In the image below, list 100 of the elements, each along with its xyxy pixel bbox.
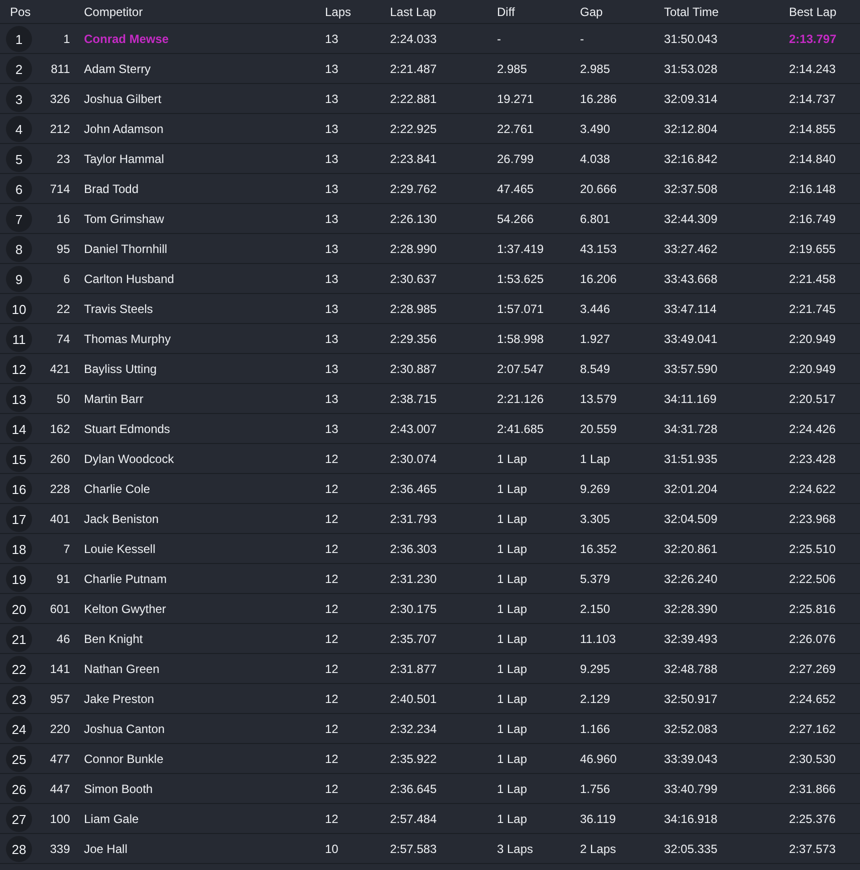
table-cell-text: 13 xyxy=(325,150,338,168)
position-badge: 28 xyxy=(6,836,32,862)
table-cell-text: 12 xyxy=(325,600,338,618)
table-cell-text: 3.305 xyxy=(580,510,610,528)
table-cell-text: 12 xyxy=(325,570,338,588)
table-cell-text: 2:24.622 xyxy=(789,480,836,498)
table-cell-text: 46.960 xyxy=(580,750,617,768)
table-cell-text: 13 xyxy=(325,120,338,138)
table-cell-text: 16.286 xyxy=(580,90,617,108)
table-cell-text: 2:24.652 xyxy=(789,690,836,708)
table-cell-text: 31:51.935 xyxy=(664,450,718,468)
table-cell-text: 2:26.076 xyxy=(789,630,836,648)
position-badge: 7 xyxy=(6,206,32,232)
table-cell-text: 6.801 xyxy=(580,210,610,228)
table-cell-text: 2:16.749 xyxy=(789,210,836,228)
competitor-name: Charlie Cole xyxy=(84,480,150,498)
table-cell-text: 43.153 xyxy=(580,240,617,258)
table-cell-text: 3.446 xyxy=(580,300,610,318)
table-cell-text: 8.549 xyxy=(580,360,610,378)
table-cell-text: 2:22.881 xyxy=(390,90,437,108)
table-cell-text: - xyxy=(580,30,584,48)
position-badge: 27 xyxy=(6,806,32,832)
table-cell-text: 2:25.376 xyxy=(789,810,836,828)
position-badge: 10 xyxy=(6,296,32,322)
table-cell-text: 2:29.356 xyxy=(390,330,437,348)
table-cell-text: 2:30.530 xyxy=(789,750,836,768)
position-badge: 23 xyxy=(6,686,32,712)
table-cell-text: 2:30.887 xyxy=(390,360,437,378)
table-cell-text: 19.271 xyxy=(497,90,534,108)
table-cell-text: 13 xyxy=(325,330,338,348)
table-cell-text: 2:07.547 xyxy=(497,360,544,378)
table-cell-text: 2:13.797 xyxy=(789,30,836,48)
competitor-name: Daniel Thornhill xyxy=(84,240,168,258)
table-cell-text: 13 xyxy=(325,270,338,288)
table-cell-text: 13 xyxy=(325,30,338,48)
table-cell-text: 3 Laps xyxy=(497,840,534,858)
competitor-name: Martin Barr xyxy=(84,390,144,408)
table-cell-text: 32:28.390 xyxy=(664,600,718,618)
table-cell-text: 339 xyxy=(50,840,70,858)
table-cell-text: 1 Lap xyxy=(497,450,528,468)
column-header: Total Time xyxy=(664,4,720,20)
table-cell-text: 50 xyxy=(56,390,70,408)
table-cell-text: 33:57.590 xyxy=(664,360,718,378)
position-badge: 20 xyxy=(6,596,32,622)
table-cell-text: 1.927 xyxy=(580,330,610,348)
table-cell-text: 2:35.922 xyxy=(390,750,437,768)
table-cell-text: 16 xyxy=(56,210,70,228)
table-cell-text: 22.761 xyxy=(497,120,534,138)
table-cell-text: 95 xyxy=(56,240,70,258)
table-cell-text: 12 xyxy=(325,780,338,798)
table-cell-text: 9.269 xyxy=(580,480,610,498)
table-cell-text: 1 Lap xyxy=(497,600,528,618)
table-cell-text: 2:25.816 xyxy=(789,600,836,618)
position-badge: 3 xyxy=(6,86,32,112)
table-cell-text: 1:58.998 xyxy=(497,330,544,348)
table-cell-text: 20.559 xyxy=(580,420,617,438)
table-cell-text: 12 xyxy=(325,540,338,558)
table-cell-text: 33:49.041 xyxy=(664,330,718,348)
table-cell-text: 2:20.517 xyxy=(789,390,836,408)
competitor-name: Nathan Green xyxy=(84,660,160,678)
table-cell-text: 22 xyxy=(56,300,70,318)
table-cell-text: 2:27.269 xyxy=(789,660,836,678)
table-cell-text: 2:29.762 xyxy=(390,180,437,198)
table-cell-text: 32:05.335 xyxy=(664,840,718,858)
competitor-name: Joshua Gilbert xyxy=(84,90,162,108)
competitor-name: Ben Knight xyxy=(84,630,143,648)
table-cell-text: 34:11.169 xyxy=(664,390,716,408)
table-cell-text: 5.379 xyxy=(580,570,610,588)
table-cell-text: 2:31.866 xyxy=(789,780,836,798)
table-cell-text: 1:57.071 xyxy=(497,300,544,318)
table-cell-text: 1 Lap xyxy=(497,750,528,768)
table-cell-text: 12 xyxy=(325,720,338,738)
table-cell-text: 2:40.501 xyxy=(390,690,437,708)
competitor-name: Stuart Edmonds xyxy=(84,420,170,438)
column-header: Last Lap xyxy=(390,4,438,20)
table-cell-text: 1 Lap xyxy=(497,540,528,558)
position-badge: 18 xyxy=(6,536,32,562)
position-badge: 21 xyxy=(6,626,32,652)
table-cell-text: 12 xyxy=(325,450,338,468)
table-cell-text: 2:20.949 xyxy=(789,360,836,378)
competitor-name: Kelton Gwyther xyxy=(84,600,166,618)
table-cell-text: 1.166 xyxy=(580,720,610,738)
table-cell-text: 2.985 xyxy=(497,60,528,78)
table-cell-text: 2:37.573 xyxy=(789,840,836,858)
position-badge: 6 xyxy=(6,176,32,202)
table-cell-text: 33:47.114 xyxy=(664,300,716,318)
competitor-name: Adam Sterry xyxy=(84,60,151,78)
competitor-name: Taylor Hammal xyxy=(84,150,164,168)
position-badge: 9 xyxy=(6,266,32,292)
position-badge: 12 xyxy=(6,356,32,382)
table-cell-text: 33:43.668 xyxy=(664,270,718,288)
table-cell-text: 74 xyxy=(56,330,70,348)
table-cell-text: 3.490 xyxy=(580,120,610,138)
table-cell-text: 32:26.240 xyxy=(664,570,718,588)
competitor-name: Brad Todd xyxy=(84,180,138,198)
competitor-name: Simon Booth xyxy=(84,780,153,798)
table-cell-text: 32:16.842 xyxy=(664,150,718,168)
table-cell-text: 12 xyxy=(325,630,338,648)
table-cell-text: 12 xyxy=(325,810,338,828)
competitor-name: Joshua Canton xyxy=(84,720,165,738)
